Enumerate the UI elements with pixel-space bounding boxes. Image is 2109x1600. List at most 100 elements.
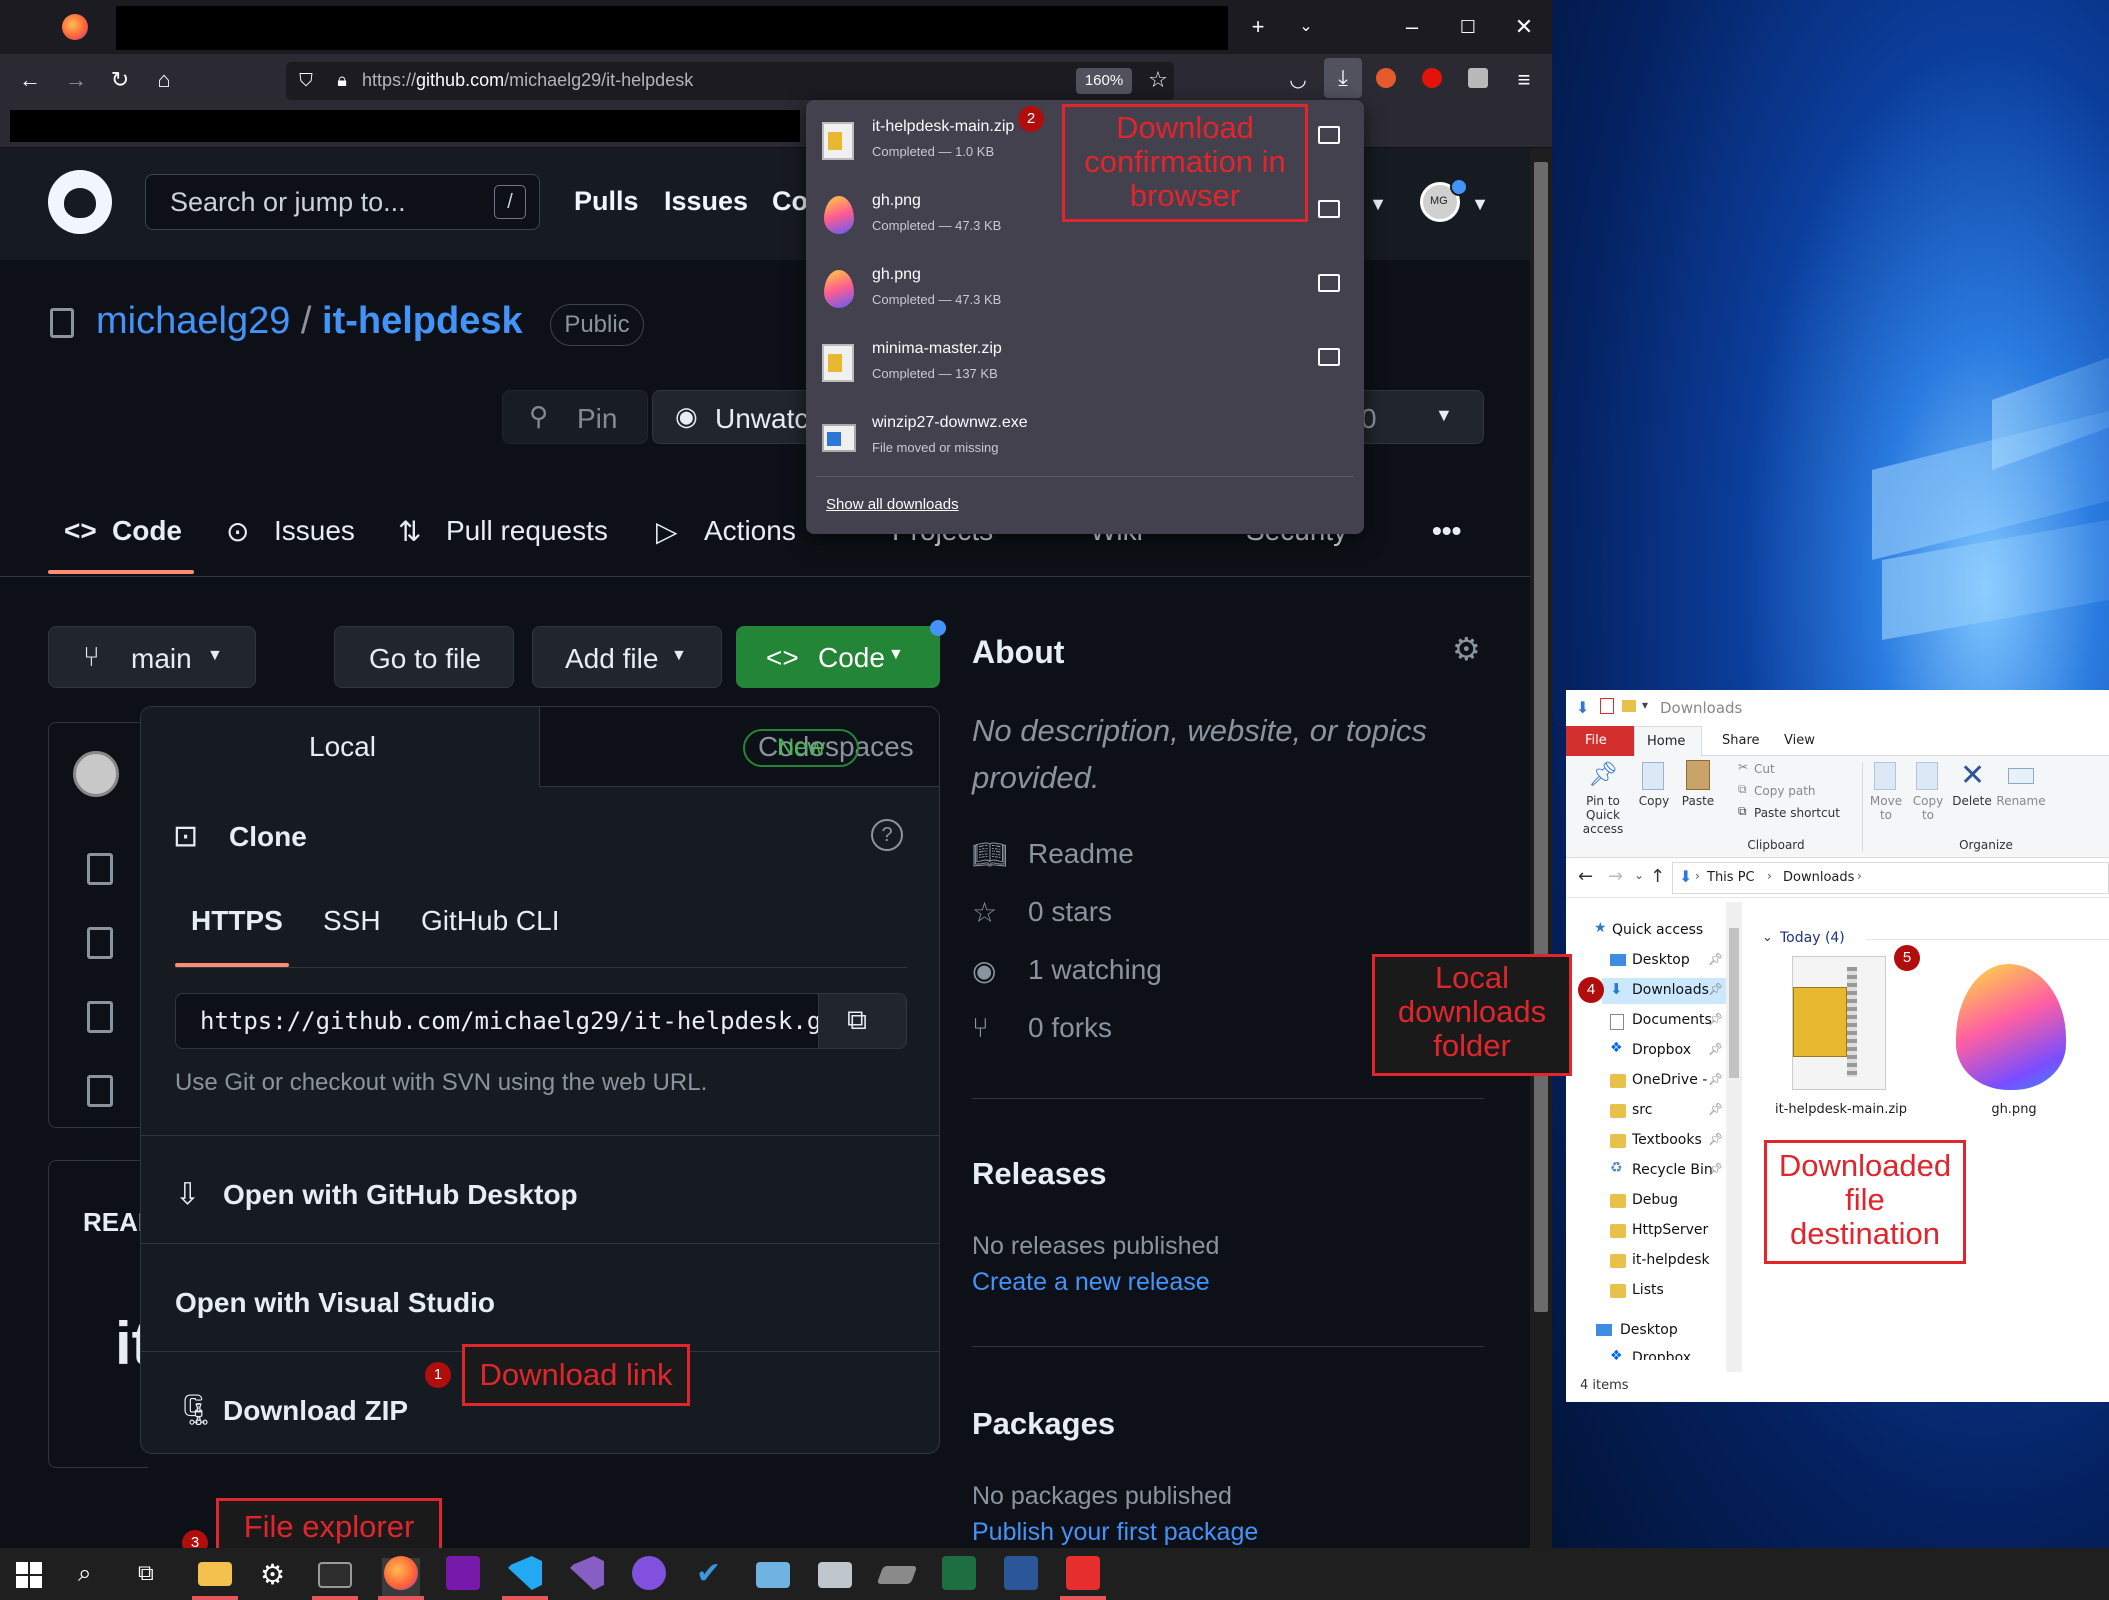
extension-icon[interactable] (1422, 68, 1442, 88)
create-release-link[interactable]: Create a new release (972, 1268, 1210, 1297)
code-button[interactable]: <> Code ▼ (736, 626, 940, 688)
terminal-taskbar-icon[interactable] (318, 1562, 352, 1588)
stars-link[interactable]: 0 stars (1028, 896, 1112, 928)
scrollbar-thumb[interactable] (1534, 162, 1548, 1312)
proto-ssh-tab[interactable]: SSH (323, 905, 381, 937)
tab-actions[interactable]: Actions (704, 515, 796, 547)
tab-pull-requests[interactable]: Pull requests (446, 515, 608, 547)
nav-dropbox[interactable]: Dropbox (1632, 1042, 1691, 1058)
nav-issues[interactable]: Issues (664, 186, 748, 217)
delete-button[interactable]: ✕ Delete (1950, 758, 1994, 830)
nav-documents[interactable]: Documents (1632, 1012, 1712, 1028)
file-item[interactable]: it-helpdesk-main.zip (1766, 954, 1916, 1134)
customize-qat-icon[interactable]: ▾ (1642, 698, 1648, 712)
menu-icon[interactable]: ≡ (1510, 66, 1538, 94)
nav-lists[interactable]: Lists (1632, 1282, 1664, 1298)
download-item[interactable]: minima-master.zip Completed — 137 KB (806, 326, 1364, 400)
nav-it-helpdesk[interactable]: it-helpdesk (1632, 1252, 1710, 1268)
maximize-icon[interactable]: ☐ (1454, 13, 1482, 41)
back-icon[interactable]: ← (16, 66, 44, 94)
folder-icon[interactable] (1318, 200, 1340, 218)
onenote-taskbar-icon[interactable] (446, 1556, 480, 1590)
help-icon[interactable]: ? (871, 819, 903, 851)
folder-icon[interactable] (1318, 348, 1340, 366)
scrollbar-thumb[interactable] (1729, 928, 1739, 1078)
ribbon-tab-view[interactable]: View (1784, 733, 1815, 748)
file-explorer-taskbar-icon[interactable] (198, 1562, 232, 1586)
todo-taskbar-icon[interactable]: ✔ (696, 1556, 721, 1591)
download-item[interactable]: winzip27-downwz.exe File moved or missin… (806, 400, 1364, 474)
nav-quick-access[interactable]: Quick access (1612, 922, 1703, 938)
chevron-down-icon[interactable]: ▼ (1435, 405, 1453, 426)
extension-icon[interactable] (1376, 68, 1396, 88)
downloads-button[interactable]: ⤓ (1324, 58, 1362, 98)
nav-recycle-bin[interactable]: Recycle Bin (1632, 1162, 1713, 1178)
show-all-downloads-link[interactable]: Show all downloads (826, 496, 959, 513)
list-tabs-icon[interactable]: ⌄ (1292, 13, 1320, 41)
nav-textbooks[interactable]: Textbooks (1632, 1132, 1702, 1148)
publish-package-link[interactable]: Publish your first package (972, 1518, 1258, 1547)
start-button[interactable] (16, 1562, 42, 1588)
firefox-taskbar-icon[interactable] (384, 1556, 418, 1590)
nav-codespaces[interactable]: Co (772, 186, 808, 217)
extension-icon[interactable] (1468, 68, 1488, 88)
group-header[interactable]: Today (4) (1780, 930, 1845, 946)
pocket-icon[interactable]: ◡ (1284, 66, 1312, 94)
app-taskbar-icon[interactable] (876, 1566, 918, 1584)
watching-link[interactable]: 1 watching (1028, 954, 1162, 986)
ribbon-tab-share[interactable]: Share (1722, 733, 1760, 748)
forward-icon[interactable]: → (1608, 866, 1623, 887)
rename-button[interactable]: Rename (1996, 760, 2046, 830)
nav-downloads[interactable]: Downloads (1632, 982, 1709, 998)
open-desktop-item[interactable]: Open with GitHub Desktop (223, 1179, 578, 1211)
nav-httpserver[interactable]: HttpServer (1632, 1222, 1708, 1238)
acrobat-taskbar-icon[interactable] (1066, 1556, 1100, 1590)
readme-link[interactable]: Readme (1028, 838, 1134, 870)
nav-onedrive[interactable]: OneDrive - (1632, 1072, 1707, 1088)
nav-scrollbar[interactable] (1726, 902, 1742, 1372)
cut-button[interactable]: Cut (1754, 762, 1775, 776)
move-to-button[interactable]: Move to (1866, 760, 1906, 830)
folder-icon[interactable] (1318, 126, 1340, 144)
open-vs-item[interactable]: Open with Visual Studio (175, 1287, 495, 1319)
home-icon[interactable]: ⌂ (150, 66, 178, 94)
gear-icon[interactable]: ⚙ (1452, 630, 1481, 668)
quick-access-arrow-icon[interactable]: ⬇ (1576, 698, 1589, 717)
bookmark-star-icon[interactable]: ☆ (1144, 66, 1172, 94)
properties-icon[interactable] (1600, 698, 1614, 714)
file-item[interactable]: gh.png (1944, 954, 2084, 1134)
new-folder-icon[interactable] (1622, 700, 1636, 712)
nav-pulls[interactable]: Pulls (574, 186, 639, 217)
close-icon[interactable]: ✕ (1510, 13, 1538, 41)
reload-icon[interactable]: ↻ (106, 66, 134, 94)
repo-name-link[interactable]: it-helpdesk (322, 300, 523, 342)
word-taskbar-icon[interactable] (1004, 1556, 1038, 1590)
tracking-shield-icon[interactable]: ⛉ (292, 66, 320, 94)
minimize-icon[interactable]: – (1398, 13, 1426, 41)
github-logo-icon[interactable] (48, 170, 112, 234)
copy-button[interactable]: ⧉ (818, 993, 907, 1049)
tab-codespaces[interactable]: Codespaces (539, 707, 939, 787)
pin-button[interactable]: ⚲ Pin (502, 390, 648, 444)
up-icon[interactable]: ↑ (1650, 866, 1665, 887)
paste-button[interactable]: Paste (1676, 760, 1720, 830)
copy-to-button[interactable]: Copy to (1908, 760, 1948, 830)
copy-button[interactable]: Copy (1634, 760, 1674, 830)
tab-local[interactable]: Local (141, 707, 539, 787)
excel-taskbar-icon[interactable] (942, 1556, 976, 1590)
task-view-icon[interactable]: ⧉ (138, 1560, 154, 1586)
explorer-address-bar[interactable]: ⬇ › This PC › Downloads › (1672, 862, 2109, 894)
proto-https-tab[interactable]: HTTPS (191, 905, 283, 937)
app-taskbar-icon[interactable] (818, 1562, 852, 1588)
app-taskbar-icon[interactable] (756, 1562, 790, 1588)
breadcrumb-downloads[interactable]: Downloads (1783, 870, 1854, 885)
proto-cli-tab[interactable]: GitHub CLI (421, 905, 560, 937)
copy-path-button[interactable]: Copy path (1754, 784, 1816, 798)
search-icon[interactable]: ⌕ (78, 1560, 91, 1588)
new-tab-icon[interactable]: + (1244, 13, 1272, 41)
add-file-button[interactable]: Add file ▼ (532, 626, 722, 688)
chevron-down-icon[interactable]: ▼ (1466, 190, 1494, 218)
forward-icon[interactable]: → (62, 66, 90, 94)
paste-shortcut-button[interactable]: Paste shortcut (1754, 806, 1840, 820)
more-icon[interactable]: ••• (1432, 515, 1461, 547)
